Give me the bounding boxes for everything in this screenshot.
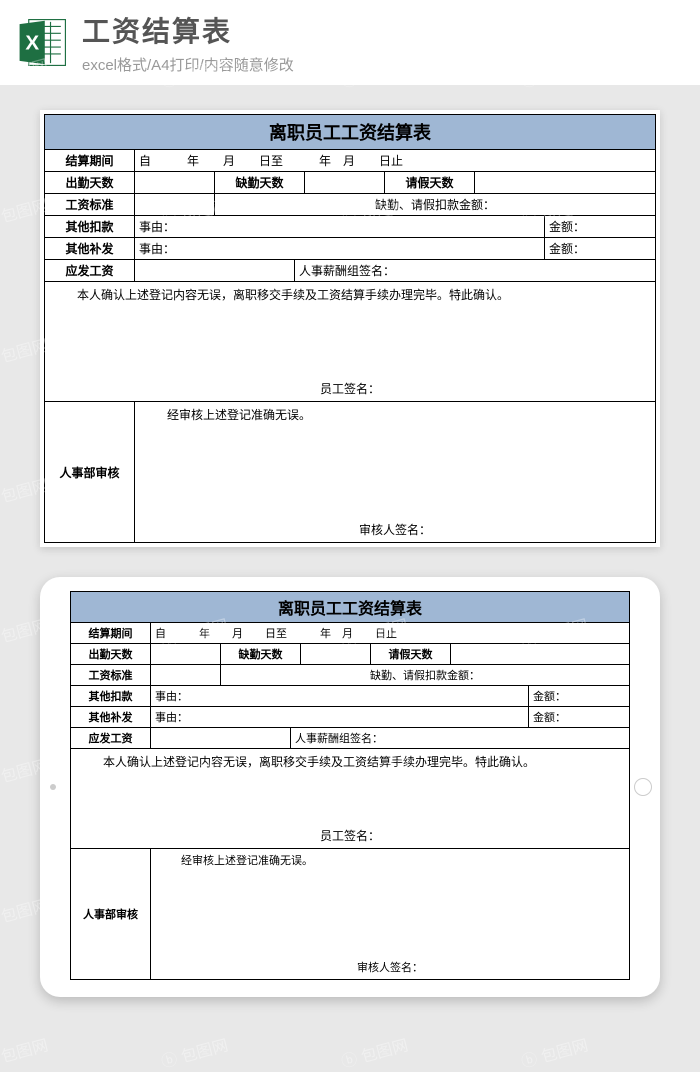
watermark-text: ⓑ 包图网 <box>158 1032 230 1072</box>
payable-label: 应发工资 <box>71 728 151 748</box>
hr-sign-label: 人事薪酬组签名： <box>291 728 629 748</box>
period-value: 自 年 月 日至 年 月 日止 <box>135 150 655 171</box>
other-deduct-label: 其他扣款 <box>45 216 135 237</box>
leave-label: 请假天数 <box>385 172 475 193</box>
salary-form: 离职员工工资结算表 结算期间 自 年 月 日至 年 月 日止 出勤天数 缺勤天数… <box>44 114 656 543</box>
row-period: 结算期间 自 年 月 日至 年 月 日止 <box>71 623 629 644</box>
employee-sign-label: 员工签名： <box>45 380 655 397</box>
audit-content: 经审核上述登记准确无误。 审核人签名： <box>151 849 629 979</box>
other-deduct-label: 其他扣款 <box>71 686 151 706</box>
page-title: 工资结算表 <box>82 10 685 50</box>
row-period: 结算期间 自 年 月 日至 年 月 日止 <box>45 150 655 172</box>
period-label: 结算期间 <box>45 150 135 171</box>
absent-value <box>305 172 385 193</box>
other-add-amount: 金额： <box>529 707 629 727</box>
watermark-text: ⓑ 包图网 <box>338 1032 410 1072</box>
absent-label: 缺勤天数 <box>221 644 301 664</box>
form-title: 离职员工工资结算表 <box>71 592 629 623</box>
hr-sign-label: 人事薪酬组签名： <box>295 260 655 281</box>
confirm-text: 本人确认上述登记内容无误，离职移交手续及工资结算手续办理完毕。特此确认。 <box>79 753 621 772</box>
audit-block: 人事部审核 经审核上述登记准确无误。 审核人签名： <box>45 402 655 542</box>
period-label: 结算期间 <box>71 623 151 643</box>
leave-value <box>475 172 655 193</box>
attend-label: 出勤天数 <box>45 172 135 193</box>
attend-value <box>151 644 221 664</box>
excel-icon: X <box>15 15 70 70</box>
attend-label: 出勤天数 <box>71 644 151 664</box>
confirm-text: 本人确认上述登记内容无误，离职移交手续及工资结算手续办理完毕。特此确认。 <box>53 286 647 305</box>
form-title: 离职员工工资结算表 <box>45 115 655 150</box>
confirm-block: 本人确认上述登记内容无误，离职移交手续及工资结算手续办理完毕。特此确认。 员工签… <box>45 282 655 402</box>
preview-card-main: 离职员工工资结算表 结算期间 自 年 月 日至 年 月 日止 出勤天数 缺勤天数… <box>40 110 660 547</box>
standard-value <box>151 665 221 685</box>
svg-text:X: X <box>25 31 39 54</box>
watermark-text: ⓑ 包图网 <box>0 1032 50 1072</box>
audit-label: 人事部审核 <box>71 849 151 979</box>
row-standard: 工资标准 缺勤、请假扣款金额： <box>45 194 655 216</box>
payable-value <box>151 728 291 748</box>
audit-text: 经审核上述登记准确无误。 <box>143 406 647 425</box>
row-attendance: 出勤天数 缺勤天数 请假天数 <box>45 172 655 194</box>
watermark-text: ⓑ 包图网 <box>518 1032 590 1072</box>
absent-label: 缺勤天数 <box>215 172 305 193</box>
audit-content: 经审核上述登记准确无误。 审核人签名： <box>135 402 655 542</box>
other-add-label: 其他补发 <box>71 707 151 727</box>
absent-value <box>301 644 371 664</box>
header-bar: X 工资结算表 excel格式/A4打印/内容随意修改 <box>0 0 700 85</box>
salary-form-tablet: 离职员工工资结算表 结算期间 自 年 月 日至 年 月 日止 出勤天数 缺勤天数… <box>70 591 630 980</box>
standard-value <box>135 194 215 215</box>
row-other-add: 其他补发 事由： 金额： <box>71 707 629 728</box>
row-other-add: 其他补发 事由： 金额： <box>45 238 655 260</box>
leave-value <box>451 644 629 664</box>
deduct-label: 缺勤、请假扣款金额： <box>215 194 655 215</box>
standard-label: 工资标准 <box>71 665 151 685</box>
audit-block: 人事部审核 经审核上述登记准确无误。 审核人签名： <box>71 849 629 979</box>
row-standard: 工资标准 缺勤、请假扣款金额： <box>71 665 629 686</box>
confirm-block: 本人确认上述登记内容无误，离职移交手续及工资结算手续办理完毕。特此确认。 员工签… <box>71 749 629 849</box>
tablet-mockup: 离职员工工资结算表 结算期间 自 年 月 日至 年 月 日止 出勤天数 缺勤天数… <box>40 577 660 997</box>
audit-text: 经审核上述登记准确无误。 <box>159 853 621 871</box>
row-payable: 应发工资 人事薪酬组签名： <box>45 260 655 282</box>
row-other-deduct: 其他扣款 事由： 金额： <box>71 686 629 707</box>
other-deduct-reason: 事由： <box>135 216 545 237</box>
other-deduct-amount: 金额： <box>529 686 629 706</box>
other-deduct-amount: 金额： <box>545 216 655 237</box>
other-add-reason: 事由： <box>135 238 545 259</box>
employee-sign-label: 员工签名： <box>71 827 629 844</box>
audit-label: 人事部审核 <box>45 402 135 542</box>
header-text: 工资结算表 excel格式/A4打印/内容随意修改 <box>82 10 685 75</box>
page-subtitle: excel格式/A4打印/内容随意修改 <box>82 54 685 75</box>
attend-value <box>135 172 215 193</box>
payable-label: 应发工资 <box>45 260 135 281</box>
period-value: 自 年 月 日至 年 月 日止 <box>151 623 629 643</box>
other-add-amount: 金额： <box>545 238 655 259</box>
payable-value <box>135 260 295 281</box>
other-add-reason: 事由： <box>151 707 529 727</box>
row-attendance: 出勤天数 缺勤天数 请假天数 <box>71 644 629 665</box>
other-deduct-reason: 事由： <box>151 686 529 706</box>
deduct-label: 缺勤、请假扣款金额： <box>221 665 629 685</box>
row-payable: 应发工资 人事薪酬组签名： <box>71 728 629 749</box>
auditor-sign-label: 审核人签名： <box>151 959 629 975</box>
leave-label: 请假天数 <box>371 644 451 664</box>
auditor-sign-label: 审核人签名： <box>135 521 655 538</box>
row-other-deduct: 其他扣款 事由： 金额： <box>45 216 655 238</box>
standard-label: 工资标准 <box>45 194 135 215</box>
other-add-label: 其他补发 <box>45 238 135 259</box>
